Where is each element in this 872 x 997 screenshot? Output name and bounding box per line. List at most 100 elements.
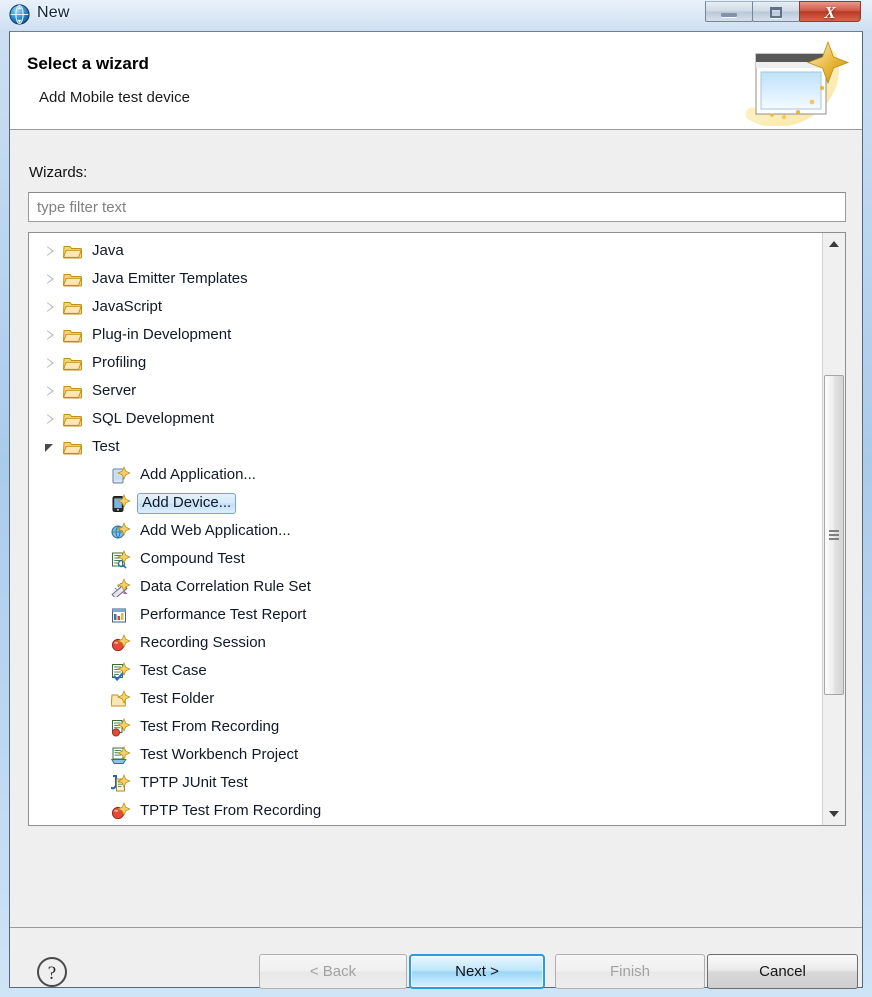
- tree-row-label: Test Workbench Project: [140, 745, 299, 763]
- scroll-grip-icon: [829, 530, 839, 540]
- tree-row-label: Java Emitter Templates: [92, 269, 248, 287]
- tree-row-label: Server: [92, 381, 137, 399]
- tree-row[interactable]: Add Device...: [29, 489, 823, 517]
- tree-row[interactable]: Plug-in Development: [29, 321, 823, 349]
- tree-row-label: JavaScript: [92, 297, 163, 315]
- wizard-tree-list: Java Java Emitter Templates JavaScript Plug…: [29, 233, 823, 825]
- minimize-icon: [721, 13, 737, 17]
- tree-row[interactable]: Data Correlation Rule Set: [29, 573, 823, 601]
- folder-icon: [62, 326, 82, 345]
- tree-row-label: Test: [92, 437, 120, 455]
- folder-icon: [62, 354, 82, 373]
- tree-row[interactable]: Java: [29, 237, 823, 265]
- tree-row-label: Test Folder: [140, 689, 215, 707]
- tree-row[interactable]: Compound Test: [29, 545, 823, 573]
- chevron-right-icon[interactable]: [43, 243, 59, 259]
- chevron-right-icon[interactable]: [43, 271, 59, 287]
- maximize-button[interactable]: [752, 1, 800, 22]
- chevron-down-icon[interactable]: [43, 439, 59, 455]
- add-web-application-icon: [111, 521, 131, 541]
- recording-session-icon: [111, 801, 131, 821]
- tree-row[interactable]: TPTP JUnit Test: [29, 769, 823, 797]
- scroll-thumb[interactable]: [824, 375, 844, 695]
- test-from-recording-icon: [111, 717, 131, 737]
- maximize-icon: [770, 7, 782, 18]
- wizard-dialog-window: New X Select a wizard Add Mobile test de…: [0, 0, 872, 997]
- scroll-up-button[interactable]: [823, 233, 845, 255]
- dialog-body: Select a wizard Add Mobile test device W…: [9, 31, 863, 989]
- tree-row[interactable]: Test: [29, 433, 823, 461]
- tree-row-label: Performance Test Report: [140, 605, 307, 623]
- junit-test-icon: [110, 773, 131, 793]
- folder-icon: [62, 270, 82, 289]
- chevron-right-icon[interactable]: [43, 383, 59, 399]
- tree-row[interactable]: Java Emitter Templates: [29, 265, 823, 293]
- recording-session-icon: [111, 633, 131, 653]
- add-application-icon: [111, 465, 131, 485]
- tree-row[interactable]: Test Case: [29, 657, 823, 685]
- svg-text:?: ?: [48, 963, 56, 984]
- tree-row[interactable]: Test Workbench Project: [29, 741, 823, 769]
- next-button[interactable]: Next >: [409, 954, 545, 989]
- scroll-up-arrow-icon: [829, 241, 839, 247]
- title-bar[interactable]: New X: [0, 0, 872, 30]
- eclipse-new-icon: [9, 4, 30, 25]
- tree-row-label: TPTP Test From Recording: [140, 801, 322, 819]
- close-icon: X: [824, 3, 836, 22]
- tree-row-label: Java: [92, 241, 124, 259]
- help-icon[interactable]: ?: [36, 956, 68, 988]
- add-device-icon: [111, 493, 131, 513]
- tree-row-label: Add Device...: [137, 492, 237, 514]
- footer-separator: [10, 927, 862, 928]
- test-folder-icon: [110, 689, 131, 709]
- tree-row-label: Profiling: [92, 353, 147, 371]
- back-button[interactable]: < Back: [259, 954, 407, 989]
- wizard-sparkle-icon: [738, 40, 856, 127]
- tree-row[interactable]: Server: [29, 377, 823, 405]
- tree-row-label: Data Correlation Rule Set: [140, 577, 311, 595]
- test-case-icon: [111, 661, 131, 681]
- close-button[interactable]: X: [799, 1, 861, 22]
- tree-row[interactable]: Profiling: [29, 349, 823, 377]
- folder-icon: [62, 438, 82, 457]
- cancel-button[interactable]: Cancel: [707, 954, 858, 989]
- tree-scrollbar[interactable]: [822, 233, 845, 825]
- chevron-right-icon[interactable]: [43, 355, 59, 371]
- chevron-right-icon[interactable]: [43, 411, 59, 427]
- tree-row-label: Recording Session: [140, 633, 266, 651]
- scroll-down-button[interactable]: [823, 803, 845, 825]
- tree-row-label: Add Application...: [140, 465, 256, 483]
- folder-icon: [62, 298, 82, 317]
- chevron-right-icon[interactable]: [43, 299, 59, 315]
- folder-icon: [62, 382, 82, 401]
- filter-input[interactable]: [28, 192, 846, 222]
- tree-row[interactable]: Add Application...: [29, 461, 823, 489]
- minimize-button[interactable]: [705, 1, 753, 22]
- wizard-tree[interactable]: Java Java Emitter Templates JavaScript Plug…: [28, 232, 846, 826]
- page-title: Select a wizard: [27, 54, 149, 73]
- rule-set-icon: [111, 577, 131, 599]
- tree-row[interactable]: Performance Test Report: [29, 601, 823, 629]
- finish-button[interactable]: Finish: [555, 954, 705, 989]
- tree-row[interactable]: Test From Recording: [29, 713, 823, 741]
- chevron-right-icon[interactable]: [43, 327, 59, 343]
- tree-row-label: Test Case: [140, 661, 207, 679]
- tree-row[interactable]: TPTP Test From Recording: [29, 797, 823, 825]
- folder-icon: [62, 242, 82, 261]
- tree-row[interactable]: Test Folder: [29, 685, 823, 713]
- tree-row[interactable]: Add Web Application...: [29, 517, 823, 545]
- folder-icon: [62, 410, 82, 429]
- tree-row[interactable]: SQL Development: [29, 405, 823, 433]
- window-title: New: [37, 4, 70, 21]
- report-icon: [111, 606, 130, 625]
- tree-row[interactable]: Recording Session: [29, 629, 823, 657]
- wizards-label: Wizards:: [29, 164, 88, 181]
- wizard-banner: Select a wizard Add Mobile test device: [10, 32, 862, 130]
- tree-row-label: Add Web Application...: [140, 521, 291, 539]
- workbench-project-icon: [110, 745, 131, 765]
- tree-row-label: Compound Test: [140, 549, 245, 567]
- tree-row[interactable]: JavaScript: [29, 293, 823, 321]
- tree-row-label: Test From Recording: [140, 717, 280, 735]
- tree-row-label: SQL Development: [92, 409, 215, 427]
- compound-test-icon: [111, 549, 131, 569]
